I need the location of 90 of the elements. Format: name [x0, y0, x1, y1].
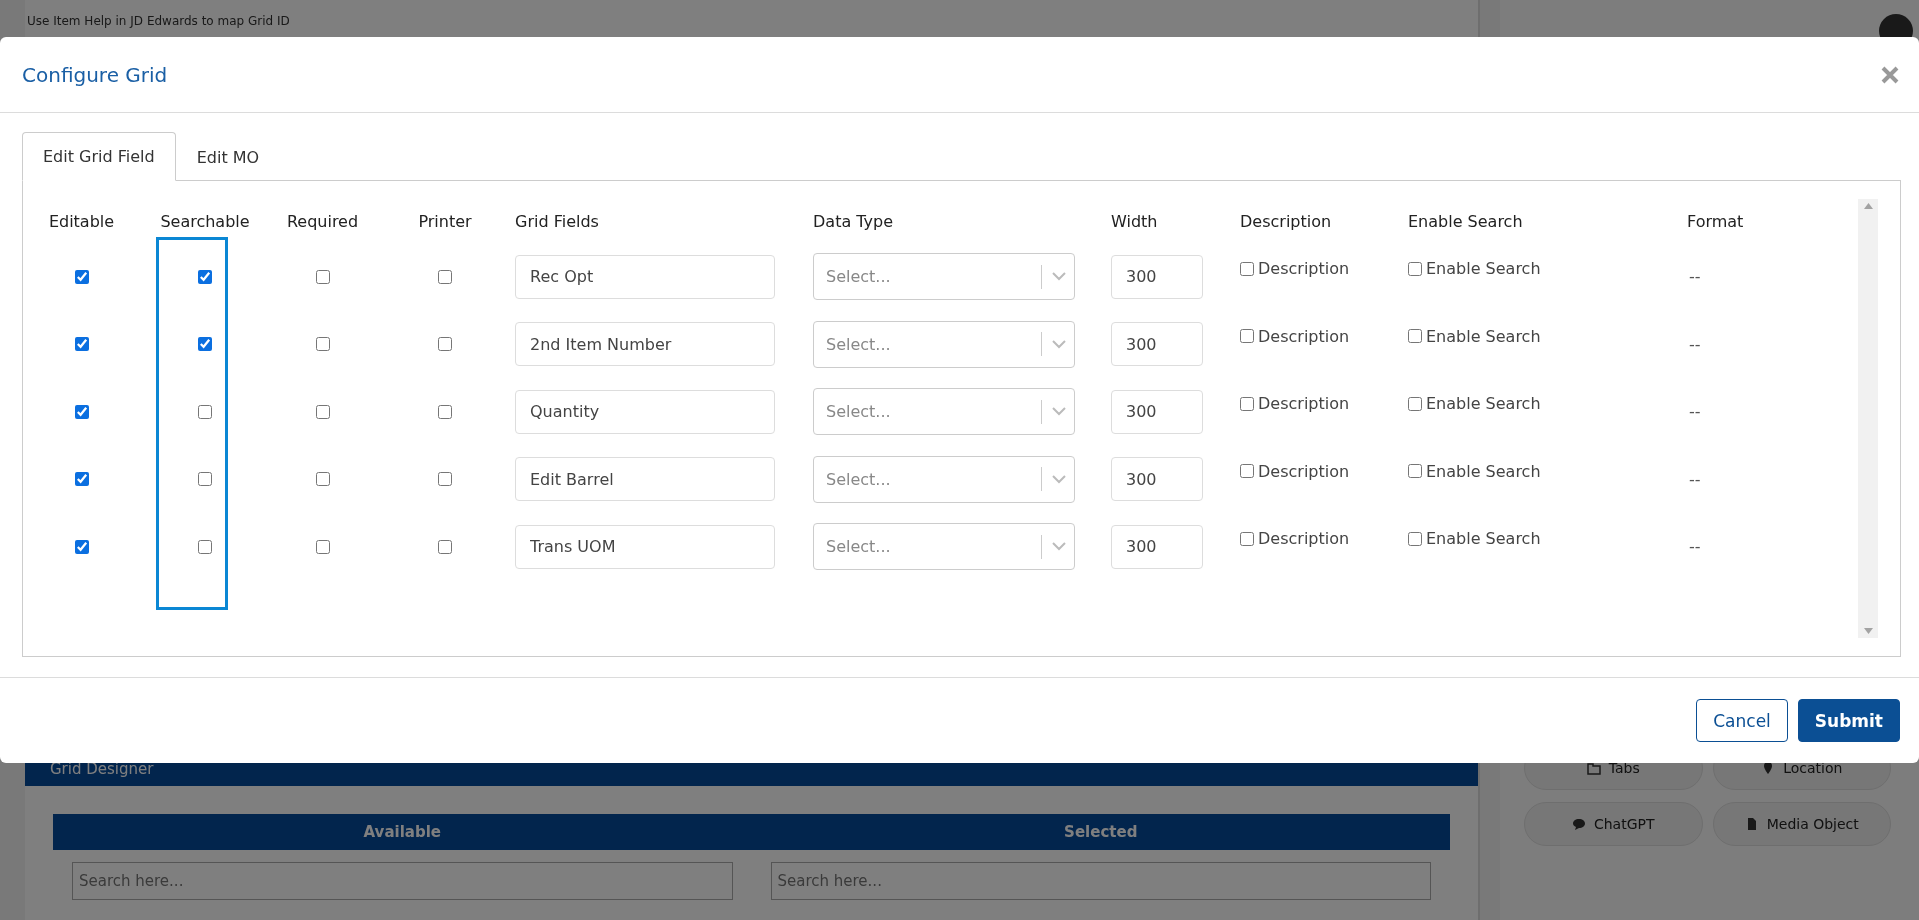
chevron-down-icon: [1052, 339, 1066, 349]
checkbox-label: Description: [1258, 326, 1350, 346]
column-header: Searchable: [160, 211, 250, 231]
column-header: Printer: [418, 211, 472, 231]
checkbox-label: Description: [1258, 394, 1350, 413]
list-header: Selected: [751, 814, 1450, 850]
checkbox[interactable]: [1240, 396, 1254, 411]
width-input[interactable]: 300: [1111, 389, 1203, 434]
width-input[interactable]: 300: [1111, 322, 1203, 367]
width-input[interactable]: 300: [1111, 254, 1203, 299]
grid-field-input[interactable]: Edit Barrel: [515, 457, 775, 502]
column-header: Enable Search: [1408, 211, 1523, 231]
checkbox[interactable]: [438, 269, 452, 284]
format-text: --: [1688, 537, 1701, 557]
checkbox[interactable]: [1408, 531, 1422, 546]
checkbox-label: Description: [1258, 461, 1350, 481]
checkbox[interactable]: [74, 404, 89, 419]
format-text: --: [1688, 334, 1701, 354]
checkbox[interactable]: [1408, 261, 1422, 276]
checkbox[interactable]: [74, 269, 89, 284]
checkbox[interactable]: [438, 539, 452, 554]
search-field[interactable]: Search here...: [770, 862, 1431, 900]
width-input[interactable]: 300: [1111, 457, 1203, 502]
data-type-select[interactable]: Select...: [813, 320, 1075, 368]
data-type-select[interactable]: Select...: [813, 388, 1075, 436]
checkbox[interactable]: [1240, 464, 1254, 478]
width-input[interactable]: 300: [1111, 524, 1203, 569]
column-header: Editable: [48, 211, 115, 231]
checkbox[interactable]: [315, 404, 330, 419]
checkbox[interactable]: [1408, 329, 1422, 343]
grid-field-input[interactable]: Rec Opt: [515, 254, 775, 299]
chevron-down-icon: [1052, 407, 1066, 417]
format-text: --: [1688, 402, 1701, 422]
chevron-down-icon: [1052, 474, 1066, 484]
dialog-title: Configure Grid: [22, 62, 168, 87]
submit-button[interactable]: Submit: [1797, 699, 1900, 742]
data-type-select[interactable]: Select...: [813, 253, 1075, 301]
chevron-down-icon: [1052, 272, 1066, 282]
speech-bubble-icon: [1571, 817, 1586, 831]
checkbox[interactable]: [438, 472, 452, 487]
close-button[interactable]: [1881, 65, 1899, 84]
tabs-icon: [1586, 761, 1601, 775]
checkbox-label: Enable Search: [1426, 461, 1541, 481]
list-header: Available: [53, 814, 752, 850]
tool-button[interactable]: Media Object: [1712, 802, 1891, 846]
checkbox[interactable]: [74, 337, 89, 352]
grid-field-input[interactable]: 2nd Item Number: [515, 322, 775, 367]
checkbox[interactable]: [438, 404, 452, 419]
checkbox[interactable]: [74, 539, 89, 554]
checkbox-label: Description: [1258, 259, 1350, 278]
format-text: --: [1688, 267, 1701, 287]
column-header: Width: [1111, 211, 1158, 231]
column-header: Format: [1687, 211, 1744, 231]
checkbox[interactable]: [74, 472, 89, 487]
checkbox[interactable]: [1240, 329, 1254, 343]
checkbox[interactable]: [1240, 261, 1254, 276]
column-header: Data Type: [813, 211, 894, 231]
checkbox-label: Description: [1258, 529, 1350, 548]
column-header: Description: [1240, 211, 1332, 231]
checkbox[interactable]: [198, 472, 212, 487]
data-type-select[interactable]: Select...: [813, 455, 1075, 503]
hint-text: Use Item Help in JD Edwards to map Grid ID: [26, 13, 291, 30]
tab[interactable]: Edit Grid Field: [22, 132, 176, 181]
checkbox[interactable]: [198, 337, 212, 352]
checkbox[interactable]: [1240, 531, 1254, 546]
checkbox[interactable]: [198, 539, 212, 554]
checkbox[interactable]: [1408, 464, 1422, 478]
checkbox[interactable]: [315, 337, 330, 352]
tab[interactable]: Edit MO: [175, 132, 281, 181]
checkbox[interactable]: [315, 539, 330, 554]
checkbox-label: Enable Search: [1426, 326, 1541, 346]
checkbox-label: Enable Search: [1426, 529, 1541, 548]
data-type-select[interactable]: Select...: [813, 523, 1075, 571]
checkbox[interactable]: [198, 269, 212, 284]
column-header: Grid Fields: [515, 211, 599, 231]
checkbox[interactable]: [1408, 396, 1422, 411]
checkbox-label: Enable Search: [1426, 259, 1541, 278]
tool-button[interactable]: ChatGPT: [1524, 802, 1703, 846]
column-header: Required: [286, 211, 359, 231]
grid-field-input[interactable]: Trans UOM: [515, 524, 775, 569]
grid-field-input[interactable]: Quantity: [515, 389, 775, 434]
chevron-down-icon: [1052, 542, 1066, 552]
checkbox-label: Enable Search: [1426, 394, 1541, 413]
checkbox[interactable]: [315, 472, 330, 487]
cancel-button[interactable]: Cancel: [1696, 699, 1788, 742]
checkbox[interactable]: [315, 269, 330, 284]
checkbox[interactable]: [438, 337, 452, 352]
format-text: --: [1688, 469, 1701, 489]
search-field[interactable]: Search here...: [72, 862, 733, 900]
checkbox[interactable]: [198, 404, 212, 419]
